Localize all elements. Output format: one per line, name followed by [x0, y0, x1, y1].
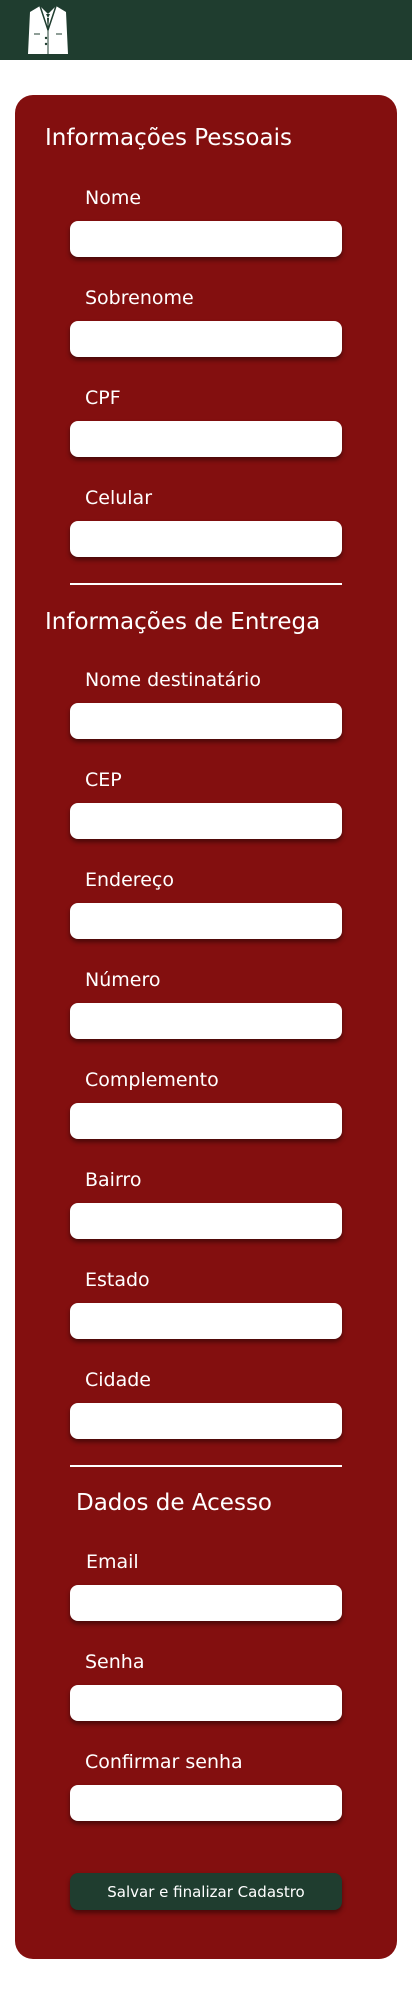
- label-confirmar-senha: Confirmar senha: [85, 1751, 243, 1773]
- label-sobrenome: Sobrenome: [85, 287, 194, 309]
- section-divider: [70, 1465, 342, 1467]
- input-celular[interactable]: [70, 521, 342, 557]
- label-cep: CEP: [85, 769, 122, 791]
- suit-jacket-icon[interactable]: [26, 4, 70, 56]
- label-senha: Senha: [85, 1651, 145, 1673]
- input-numero[interactable]: [70, 1003, 342, 1039]
- section-divider: [70, 583, 342, 585]
- label-numero: Número: [85, 969, 161, 991]
- save-and-finish-button[interactable]: Salvar e finalizar Cadastro: [70, 1873, 342, 1910]
- label-email: Email: [86, 1551, 139, 1573]
- label-endereco: Endereço: [85, 869, 174, 891]
- input-nome[interactable]: [70, 221, 342, 257]
- label-cidade: Cidade: [85, 1369, 151, 1391]
- section-title-delivery: Informações de Entrega: [45, 609, 321, 635]
- section-title-personal: Informações Pessoais: [45, 125, 292, 151]
- label-estado: Estado: [85, 1269, 150, 1291]
- label-complemento: Complemento: [85, 1069, 219, 1091]
- input-endereco[interactable]: [70, 903, 342, 939]
- label-nome: Nome: [85, 187, 142, 209]
- input-cpf[interactable]: [70, 421, 342, 457]
- input-nome-destinatario[interactable]: [70, 703, 342, 739]
- registration-form: Informações Pessoais Nome Sobrenome CPF …: [15, 95, 397, 1959]
- input-cep[interactable]: [70, 803, 342, 839]
- label-nome-destinatario: Nome destinatário: [85, 669, 261, 691]
- input-confirmar-senha[interactable]: [70, 1785, 342, 1821]
- input-email[interactable]: [70, 1585, 342, 1621]
- label-cpf: CPF: [85, 387, 121, 409]
- input-estado[interactable]: [70, 1303, 342, 1339]
- input-complemento[interactable]: [70, 1103, 342, 1139]
- label-celular: Celular: [85, 487, 153, 509]
- section-title-access: Dados de Acesso: [76, 1490, 272, 1516]
- input-sobrenome[interactable]: [70, 321, 342, 357]
- label-bairro: Bairro: [85, 1169, 142, 1191]
- input-bairro[interactable]: [70, 1203, 342, 1239]
- top-bar: [0, 0, 412, 60]
- input-senha[interactable]: [70, 1685, 342, 1721]
- input-cidade[interactable]: [70, 1403, 342, 1439]
